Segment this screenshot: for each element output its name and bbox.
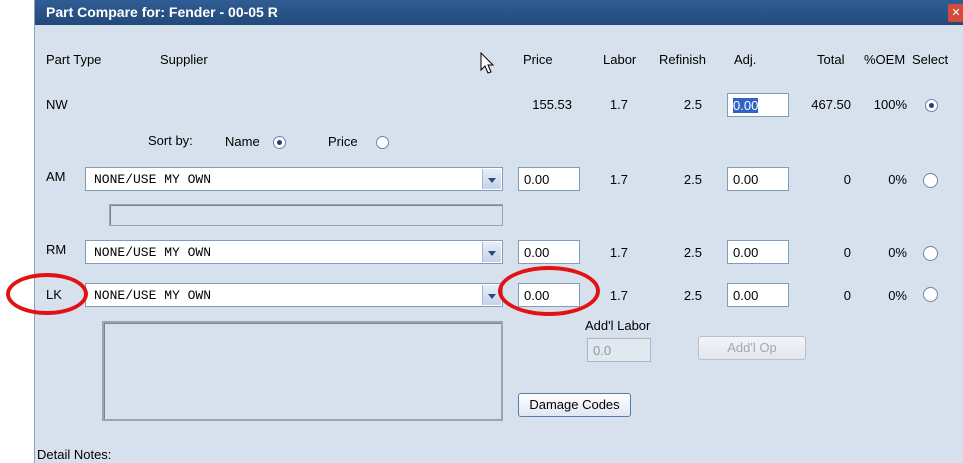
rm-total: 0 [843, 245, 851, 260]
nw-adj-value: 0.00 [733, 98, 759, 113]
sort-name-radio[interactable] [273, 136, 286, 149]
part-type-am: AM [46, 169, 66, 184]
title-bar: Part Compare for: Fender - 00-05 R ✕ [35, 0, 963, 25]
am-adj-input[interactable]: 0.00 [727, 167, 789, 191]
mouse-cursor-icon [480, 52, 495, 74]
am-supplier-combo[interactable]: NONE/USE MY OWN [85, 167, 503, 191]
annotation-oval-price [498, 266, 600, 316]
am-total: 0 [843, 172, 851, 187]
am-refinish: 2.5 [683, 172, 702, 187]
am-info-box [109, 204, 503, 226]
window-title: Part Compare for: Fender - 00-05 R [46, 4, 278, 20]
select-radio-am[interactable] [923, 173, 938, 188]
header-oem: %OEM [864, 52, 906, 67]
lk-refinish: 2.5 [683, 288, 702, 303]
part-compare-dialog: Part Compare for: Fender - 00-05 R ✕ Par… [34, 0, 963, 463]
header-total: Total [817, 52, 845, 67]
rm-adj-input[interactable]: 0.00 [727, 240, 789, 264]
nw-labor: 1.7 [609, 97, 628, 112]
damage-codes-button[interactable]: Damage Codes [518, 393, 631, 417]
annotation-oval-lk [6, 273, 88, 315]
rm-supplier-combo[interactable]: NONE/USE MY OWN [85, 240, 503, 264]
header-supplier: Supplier [160, 52, 208, 67]
lk-supplier-value: NONE/USE MY OWN [94, 288, 212, 303]
nw-oem: 100% [873, 97, 907, 112]
header-select: Select [912, 52, 949, 67]
am-supplier-value: NONE/USE MY OWN [94, 172, 212, 187]
am-price-input[interactable]: 0.00 [518, 167, 580, 191]
chevron-down-icon[interactable] [482, 242, 501, 262]
rm-refinish: 2.5 [683, 245, 702, 260]
sort-by-label: Sort by: [148, 133, 193, 148]
lk-supplier-combo[interactable]: NONE/USE MY OWN [85, 283, 503, 307]
lk-notes-box [102, 321, 503, 421]
header-part-type: Part Type [46, 52, 102, 67]
nw-refinish: 2.5 [683, 97, 702, 112]
header-adj: Adj. [734, 52, 757, 67]
part-type-rm: RM [46, 242, 67, 257]
close-button[interactable]: ✕ [948, 4, 963, 22]
detail-notes-label: Detail Notes: [37, 447, 112, 462]
sort-name-label: Name [225, 134, 260, 149]
am-oem: 0% [888, 172, 907, 187]
select-radio-rm[interactable] [923, 246, 938, 261]
addl-labor-input[interactable]: 0.0 [587, 338, 651, 362]
select-radio-nw[interactable] [925, 99, 938, 112]
nw-total: 467.50 [811, 97, 851, 112]
addl-op-button[interactable]: Add'l Op [698, 336, 806, 360]
lk-oem: 0% [888, 288, 907, 303]
header-refinish: Refinish [659, 52, 706, 67]
rm-price-input[interactable]: 0.00 [518, 240, 580, 264]
lk-adj-input[interactable]: 0.00 [727, 283, 789, 307]
part-type-nw: NW [46, 97, 68, 112]
header-price: Price [523, 52, 553, 67]
lk-labor: 1.7 [609, 288, 628, 303]
rm-labor: 1.7 [609, 245, 628, 260]
nw-adj-input[interactable]: 0.00 [727, 93, 789, 117]
select-radio-lk[interactable] [923, 287, 938, 302]
rm-supplier-value: NONE/USE MY OWN [94, 245, 212, 260]
sort-price-label: Price [328, 134, 358, 149]
sort-price-radio[interactable] [376, 136, 389, 149]
addl-labor-label: Add'l Labor [585, 318, 651, 333]
lk-total: 0 [843, 288, 851, 303]
rm-oem: 0% [888, 245, 907, 260]
chevron-down-icon[interactable] [482, 169, 501, 189]
am-labor: 1.7 [609, 172, 628, 187]
nw-price: 155.53 [532, 97, 572, 112]
header-labor: Labor [603, 52, 637, 67]
